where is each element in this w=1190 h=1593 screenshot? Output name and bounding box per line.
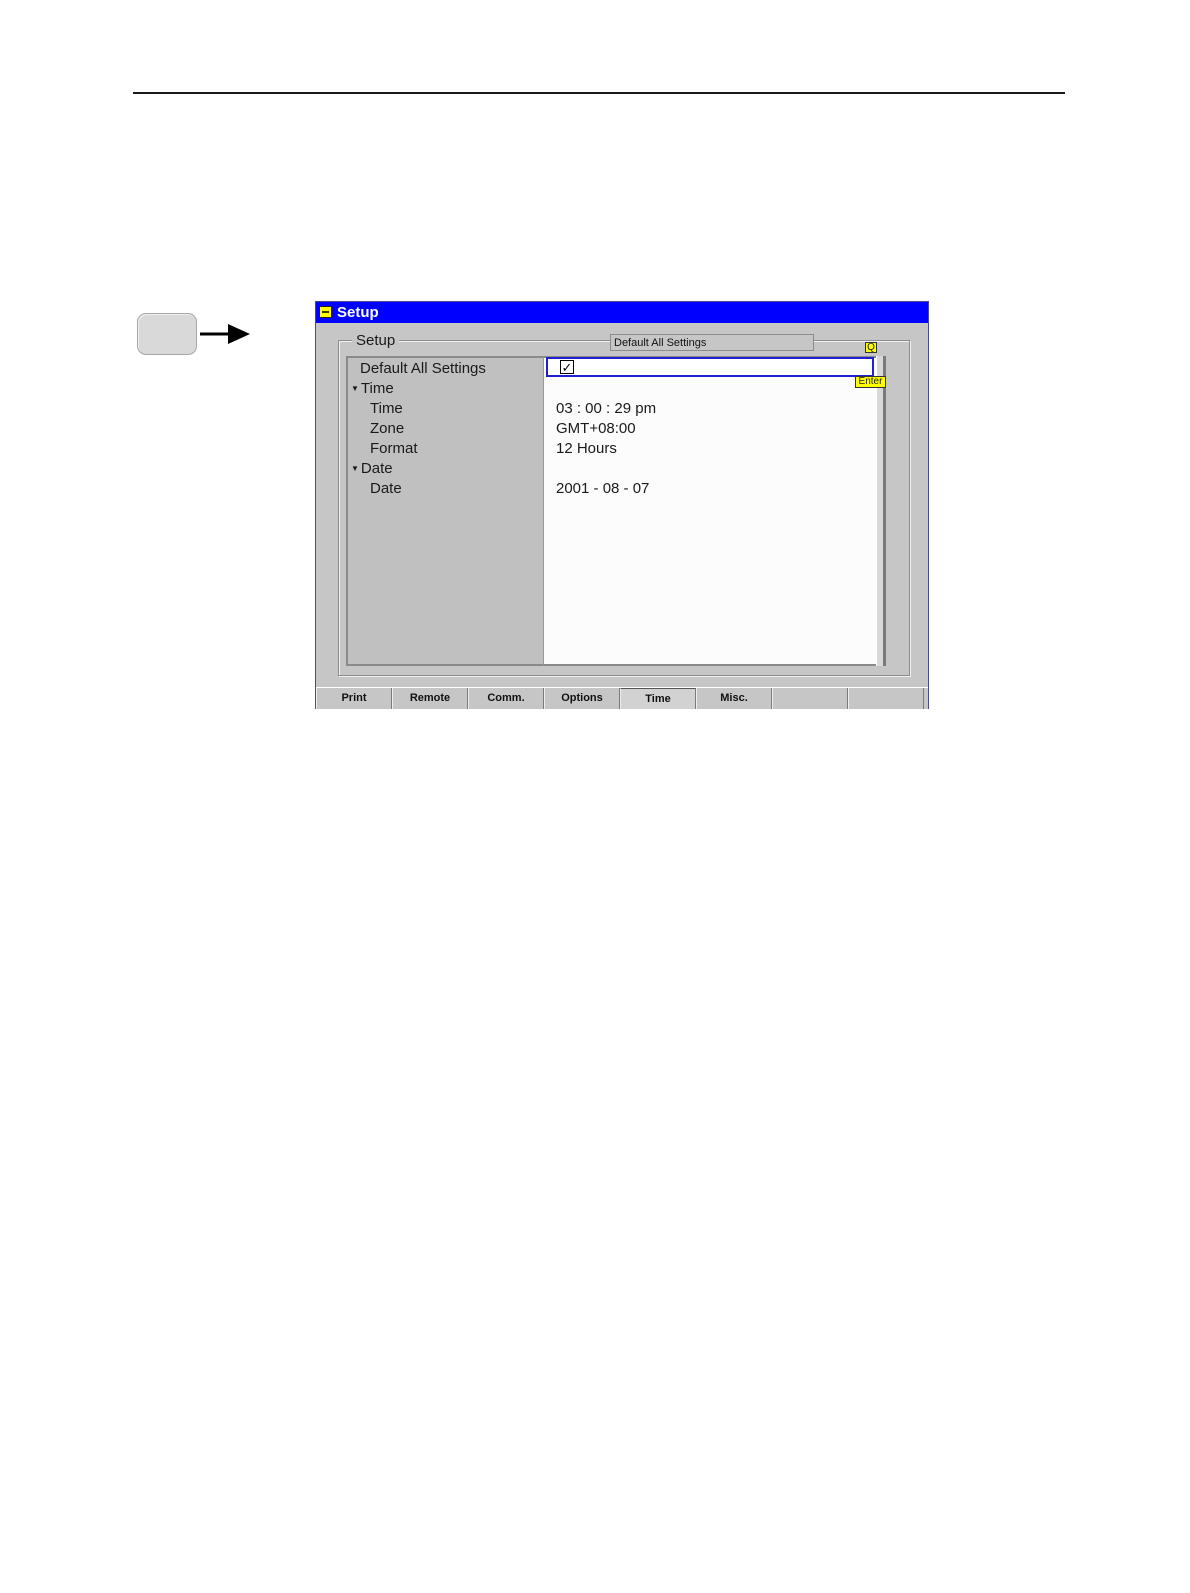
tree-item-date-group[interactable]: ▼ Date (351, 460, 393, 478)
expand-caret-icon[interactable]: ▼ (351, 460, 359, 478)
window-title: Setup (337, 304, 379, 321)
zone-value[interactable]: GMT+08:00 (556, 420, 636, 438)
tree-item-date[interactable]: Date (370, 480, 402, 498)
tab-misc[interactable]: Misc. (696, 688, 772, 709)
tab-empty-7[interactable] (772, 688, 848, 709)
date-value[interactable]: 2001 - 08 - 07 (556, 480, 649, 498)
tree-item-time-group[interactable]: ▼ Time (351, 380, 394, 398)
tab-remote[interactable]: Remote (392, 688, 468, 709)
tab-options[interactable]: Options (544, 688, 620, 709)
arrow-right-icon (200, 324, 250, 344)
format-value[interactable]: 12 Hours (556, 440, 617, 458)
expand-caret-icon[interactable]: ▼ (351, 380, 359, 398)
tab-time[interactable]: Time (620, 688, 696, 709)
info-field: Default All Settings (610, 334, 814, 351)
scrollbar[interactable] (876, 356, 886, 666)
setup-window: Setup Setup Default All Settings Default… (315, 301, 929, 709)
title-bar: Setup (316, 302, 928, 323)
tab-print[interactable]: Print (316, 688, 392, 709)
tree-item-zone[interactable]: Zone (370, 420, 404, 438)
tree-item-time[interactable]: Time (370, 400, 403, 418)
tab-comm[interactable]: Comm. (468, 688, 544, 709)
page-header-rule (133, 92, 1065, 94)
default-all-settings-row[interactable]: ✓ (546, 357, 874, 377)
tab-empty-8[interactable] (848, 688, 924, 709)
window-menu-icon[interactable] (319, 306, 332, 318)
default-all-settings-checkbox[interactable]: ✓ (560, 360, 574, 374)
enter-tag[interactable]: Enter (855, 376, 886, 388)
group-legend: Setup (352, 333, 400, 349)
tree-item-format[interactable]: Format (370, 440, 418, 458)
tree-item-default-all-settings[interactable]: Default All Settings (360, 360, 486, 378)
setup-hardkey[interactable] (137, 313, 197, 355)
q-tag: Q (865, 342, 877, 353)
values-panel: 03 : 00 : 29 pm GMT+08:00 12 Hours 2001 … (544, 356, 876, 666)
softkey-tab-bar: Print Remote Comm. Options Time Misc. (316, 687, 928, 709)
settings-tree: Default All Settings ▼ Time Time Zone For… (346, 356, 544, 666)
time-value[interactable]: 03 : 00 : 29 pm (556, 400, 656, 418)
